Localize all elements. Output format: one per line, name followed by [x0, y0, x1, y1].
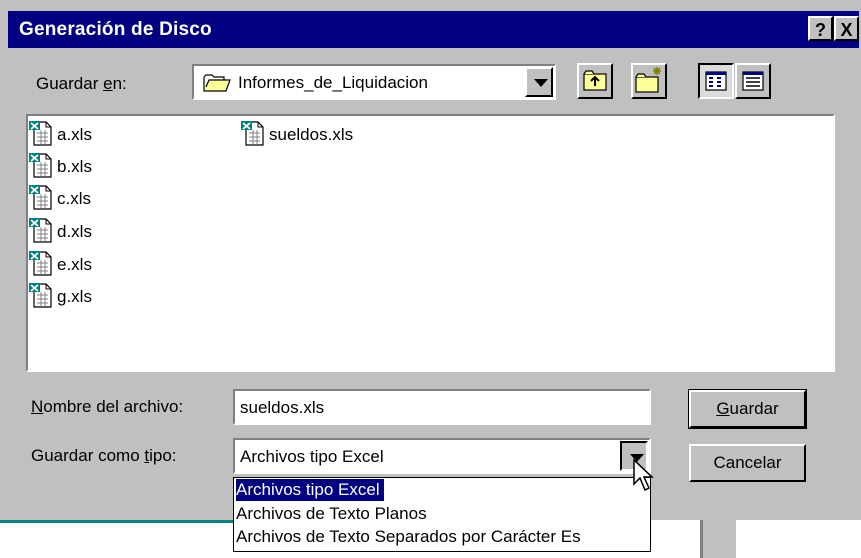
save-in-dropdown-button[interactable]: [525, 67, 553, 97]
save-in-value: Informes_de_Liquidacion: [238, 73, 428, 92]
close-button[interactable]: X: [834, 16, 859, 41]
file-item[interactable]: b.xls: [28, 151, 148, 179]
new-folder-button[interactable]: [631, 63, 667, 99]
filetype-option[interactable]: Archivos de Texto Separados por Carácter…: [236, 526, 581, 548]
save-in-dropdown[interactable]: Informes_de_Liquidacion: [192, 64, 556, 100]
title-bar[interactable]: Generación de Disco ? X: [8, 11, 859, 48]
excel-file-icon: [29, 283, 52, 308]
save-in-label: Guardar en:: [36, 74, 127, 93]
list-view-button[interactable]: [698, 63, 734, 99]
up-one-level-icon: [583, 70, 607, 91]
filename-value: sueldos.xls: [240, 398, 325, 417]
excel-file-icon: [29, 251, 52, 276]
background-line: [0, 520, 233, 523]
excel-file-icon: [241, 121, 264, 146]
file-item[interactable]: d.xls: [28, 216, 148, 244]
filetype-option-selected[interactable]: Archivos tipo Excel: [236, 479, 384, 501]
file-name: b.xls: [57, 157, 92, 176]
file-item[interactable]: e.xls: [28, 249, 148, 277]
save-button[interactable]: Guardar: [688, 389, 807, 429]
details-view-button[interactable]: [735, 63, 771, 99]
folder-icon: [203, 74, 231, 92]
background-window-edge: [700, 520, 736, 558]
mouse-cursor-icon: [633, 458, 654, 492]
filetype-options-list[interactable]: Archivos tipo Excel Archivos de Texto Pl…: [233, 477, 651, 552]
file-item[interactable]: sueldos.xls: [240, 119, 400, 147]
file-name: d.xls: [57, 222, 92, 241]
chevron-down-icon: [534, 79, 548, 87]
file-item[interactable]: g.xls: [28, 281, 148, 309]
filename-input[interactable]: sueldos.xls: [233, 389, 651, 425]
details-view-icon: [742, 71, 764, 91]
excel-file-icon: [29, 185, 52, 210]
filetype-dropdown[interactable]: Archivos tipo Excel: [233, 438, 651, 474]
file-name: c.xls: [57, 189, 91, 208]
file-name: sueldos.xls: [269, 125, 354, 144]
save-dialog: Generación de Disco ? X Guardar en: Info…: [0, 0, 861, 520]
new-folder-icon: [635, 67, 661, 93]
excel-file-icon: [29, 218, 52, 243]
filetype-label: Guardar como tipo:: [31, 446, 177, 465]
file-name: g.xls: [57, 287, 92, 306]
filetype-option[interactable]: Archivos de Texto Planos: [236, 503, 427, 525]
file-item[interactable]: c.xls: [28, 183, 148, 211]
file-name: e.xls: [57, 255, 92, 274]
filename-label: Nombre del archivo:: [31, 397, 184, 416]
file-list[interactable]: a.xls b.xls c.xls d.xls e.xls g.xls suel…: [26, 114, 835, 372]
cancel-button[interactable]: Cancelar: [689, 444, 806, 482]
excel-file-icon: [29, 153, 52, 178]
window-title: Generación de Disco: [19, 19, 212, 40]
list-view-icon: [705, 71, 727, 91]
filetype-value: Archivos tipo Excel: [240, 447, 384, 466]
file-name: a.xls: [57, 125, 92, 144]
excel-file-icon: [29, 121, 52, 146]
file-item[interactable]: a.xls: [28, 119, 148, 147]
help-button[interactable]: ?: [808, 16, 833, 41]
up-one-level-button[interactable]: [577, 63, 613, 99]
